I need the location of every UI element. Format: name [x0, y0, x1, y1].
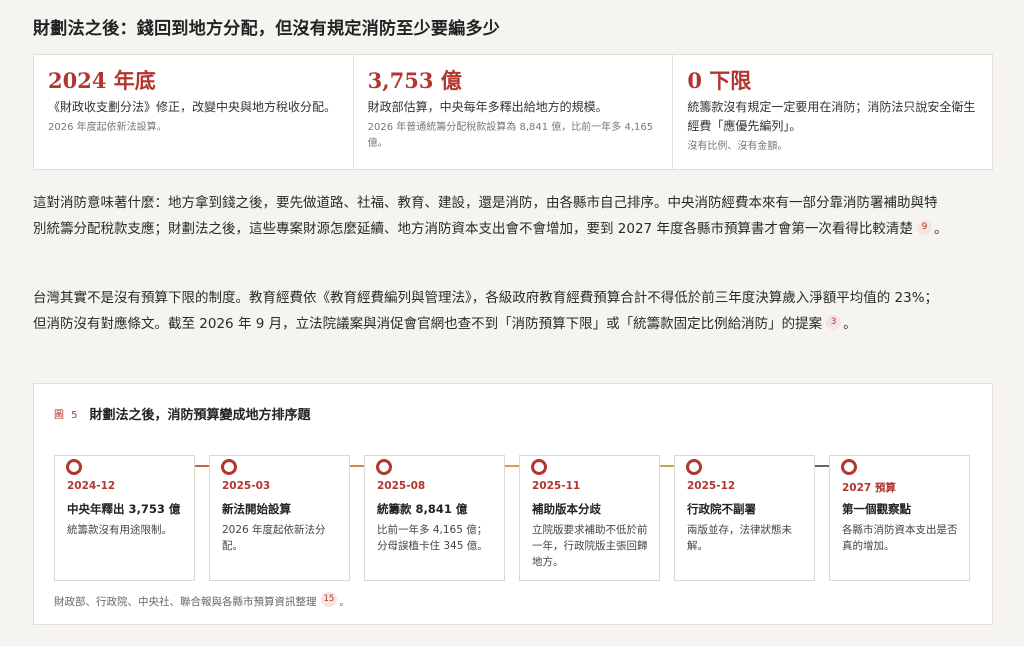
timeline-dot-icon — [841, 459, 857, 475]
paragraph-end: 。 — [933, 220, 948, 237]
stat-note: 2026 年普通統籌分配稅款設算為 8,841 億，比前一年多 4,165 億。 — [367, 122, 654, 149]
timeline-title: 補助版本分歧 — [532, 502, 601, 516]
timeline-dot-icon — [531, 459, 547, 475]
figure-source: 財政部、行政院、中央社、聯合報與各縣市預算資訊整理 15。 — [54, 592, 350, 610]
timeline: 2024-12 中央年釋出 3,753 億統籌款沒有用途限制。 2025-03 新法開… — [54, 455, 974, 583]
figure-header: 圖 5 財劃法之後，消防預算變成地方排序題 — [54, 404, 311, 423]
timeline-connector — [660, 465, 674, 467]
footnote-link[interactable]: 9 — [916, 219, 932, 235]
timeline-connector — [195, 465, 209, 467]
body-paragraph: 這對消防意味著什麼：地方拿到錢之後，要先做道路、社福、教育、建設，還是消防，由各… — [33, 191, 948, 242]
timeline-connector — [815, 465, 829, 467]
timeline-card: 2024-12 中央年釋出 3,753 億統籌款沒有用途限制。 — [54, 455, 195, 581]
timeline-dot-icon — [376, 459, 392, 475]
page-title: 財劃法之後：錢回到地方分配，但沒有規定消防至少要編多少 — [33, 19, 501, 39]
timeline-title: 新法開始設算 — [222, 502, 291, 516]
timeline-date: 2027 預算 — [842, 482, 896, 494]
timeline-card: 2025-12 行政院不副署兩版並存，法律狀態未解。 — [674, 455, 815, 581]
timeline-description: 2026 年度起依新法分配。 — [222, 524, 326, 552]
stat-card: 3,753 億 財政部估算，中央每年多釋出給地方的規模。 2026 年普通統籌分… — [354, 55, 674, 169]
stat-card: 0 下限 統籌款沒有規定一定要用在消防；消防法只說安全衛生經費「應優先編列」。 … — [673, 55, 992, 169]
footnote-link[interactable]: 15 — [320, 592, 338, 607]
footnote-link[interactable]: 3 — [826, 314, 842, 330]
timeline-description: 比前一年多 4,165 億；分母誤植卡住 345 億。 — [377, 524, 488, 552]
timeline-title: 統籌款 8,841 億 — [377, 502, 468, 516]
timeline-date: 2025-12 — [687, 480, 736, 492]
stat-value: 3,753 億 — [367, 68, 462, 93]
source-end: 。 — [339, 596, 350, 608]
timeline-dot-icon — [66, 459, 82, 475]
timeline-description: 各縣市消防資本支出是否真的增加。 — [842, 524, 958, 552]
timeline-dot-icon — [221, 459, 237, 475]
stats-panel: 2024 年底 《財政收支劃分法》修正，改變中央與地方稅收分配。 2026 年度… — [33, 54, 993, 170]
figure-title: 財劃法之後，消防預算變成地方排序題 — [89, 408, 311, 423]
timeline-card: 2025-08 統籌款 8,841 億比前一年多 4,165 億；分母誤植卡住 3… — [364, 455, 505, 581]
stat-note: 2026 年度起依新法設算。 — [48, 122, 167, 133]
timeline-dot-icon — [686, 459, 702, 475]
timeline-description: 立院版要求補助不低於前一年，行政院版主張回歸地方。 — [532, 524, 648, 568]
timeline-card: 2027 預算第一個觀察點各縣市消防資本支出是否真的增加。 — [829, 455, 970, 581]
stat-note: 沒有比例、沒有金額。 — [687, 141, 788, 152]
stat-description: 統籌款沒有規定一定要用在消防；消防法只說安全衛生經費「應優先編列」。 — [687, 100, 976, 133]
timeline-description: 兩版並存，法律狀態未解。 — [687, 524, 792, 552]
timeline-connector — [505, 465, 519, 467]
timeline-title: 行政院不副署 — [687, 502, 756, 516]
source-text: 財政部、行政院、中央社、聯合報與各縣市預算資訊整理 — [54, 596, 317, 608]
timeline-card: 2025-03 新法開始設算 2026 年度起依新法分配。 — [209, 455, 350, 581]
stat-card: 2024 年底 《財政收支劃分法》修正，改變中央與地方稅收分配。 2026 年度… — [34, 55, 354, 169]
timeline-title: 中央年釋出 3,753 億 — [67, 502, 181, 516]
timeline-date: 2025-08 — [377, 480, 426, 492]
paragraph-text: 台灣其實不是沒有預算下限的制度。教育經費依《教育經費編列與管理法》，各級政府教育… — [33, 290, 939, 332]
paragraph-end: 。 — [843, 315, 857, 332]
stat-value: 0 下限 — [687, 68, 752, 93]
timeline-date: 2025-11 — [532, 480, 581, 492]
stat-value: 2024 年底 — [48, 68, 156, 93]
timeline-card: 2025-11 補助版本分歧立院版要求補助不低於前一年，行政院版主張回歸地方。 — [519, 455, 660, 581]
timeline-date: 2025-03 — [222, 480, 271, 492]
timeline-figure: 圖 5 財劃法之後，消防預算變成地方排序題 2024-12 中央年釋出 3,753… — [33, 383, 993, 625]
timeline-connector — [350, 465, 364, 467]
timeline-description: 統籌款沒有用途限制。 — [67, 524, 172, 536]
paragraph-text: 這對消防意味著什麼：地方拿到錢之後，要先做道路、社福、教育、建設，還是消防，由各… — [33, 195, 938, 237]
figure-label: 圖 5 — [54, 410, 80, 421]
body-paragraph: 台灣其實不是沒有預算下限的制度。教育經費依《教育經費編列與管理法》，各級政府教育… — [33, 286, 948, 337]
timeline-date: 2024-12 — [67, 480, 116, 492]
stat-description: 財政部估算，中央每年多釋出給地方的規模。 — [367, 100, 608, 114]
timeline-title: 第一個觀察點 — [842, 502, 911, 516]
stat-description: 《財政收支劃分法》修正，改變中央與地方稅收分配。 — [48, 100, 337, 114]
